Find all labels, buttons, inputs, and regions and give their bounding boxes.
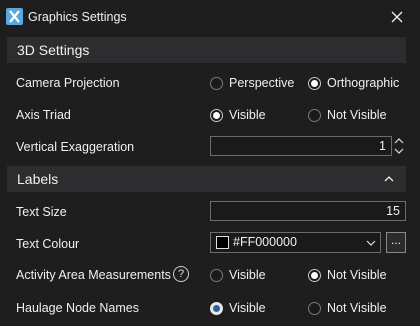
help-icon[interactable]: ? (173, 266, 189, 282)
axis-triad-label: Axis Triad (16, 108, 71, 122)
text-colour-label: Text Colour (16, 237, 80, 251)
activity-area-visible-radio[interactable]: Visible (210, 268, 266, 282)
more-colours-button[interactable]: ... (386, 232, 406, 253)
radio-label: Not Visible (327, 108, 387, 122)
radio-label: Orthographic (327, 76, 400, 90)
haulage-node-not-visible-radio[interactable]: Not Visible (308, 301, 387, 315)
close-button[interactable] (383, 6, 411, 28)
activity-area-not-visible-radio[interactable]: Not Visible (308, 268, 387, 282)
title-bar: Graphics Settings (0, 0, 420, 34)
vertical-exaggeration-label: Vertical Exaggeration (16, 140, 135, 154)
section-title: 3D Settings (17, 42, 90, 58)
haulage-node-label: Haulage Node Names (16, 301, 139, 315)
radio-label: Perspective (229, 76, 295, 90)
text-colour-dropdown[interactable]: #FF000000 (210, 232, 381, 253)
radio-label: Visible (229, 268, 266, 282)
haulage-node-visible-radio[interactable]: Visible (210, 301, 266, 315)
camera-projection-perspective-radio[interactable]: Perspective (210, 76, 294, 90)
chevron-up-icon[interactable] (383, 173, 395, 185)
window-title: Graphics Settings (28, 10, 127, 24)
input-value: 15 (386, 204, 400, 218)
input-value: 1 (379, 139, 386, 153)
section-labels: Labels (7, 166, 406, 192)
activity-area-label: Activity Area Measurements (16, 268, 171, 282)
close-icon (391, 11, 403, 23)
text-size-label: Text Size (16, 205, 67, 219)
radio-label: Visible (229, 108, 266, 122)
chevron-down-icon (366, 240, 376, 246)
vertical-exaggeration-input[interactable]: 1 (210, 136, 392, 156)
axis-triad-not-visible-radio[interactable]: Not Visible (308, 108, 387, 122)
radio-label: Not Visible (327, 301, 387, 315)
section-3d-settings: 3D Settings (7, 37, 406, 63)
camera-projection-label: Camera Projection (16, 76, 120, 90)
spinner-icon[interactable] (392, 136, 406, 156)
text-size-input[interactable]: 15 (210, 201, 406, 221)
radio-label: Not Visible (327, 268, 387, 282)
section-title: Labels (17, 171, 59, 187)
colour-swatch (216, 236, 229, 249)
camera-projection-orthographic-radio[interactable]: Orthographic (308, 76, 399, 90)
radio-label: Visible (229, 301, 266, 315)
axis-triad-visible-radio[interactable]: Visible (210, 108, 266, 122)
app-logo-icon (6, 8, 23, 25)
dropdown-value: #FF000000 (233, 235, 297, 249)
